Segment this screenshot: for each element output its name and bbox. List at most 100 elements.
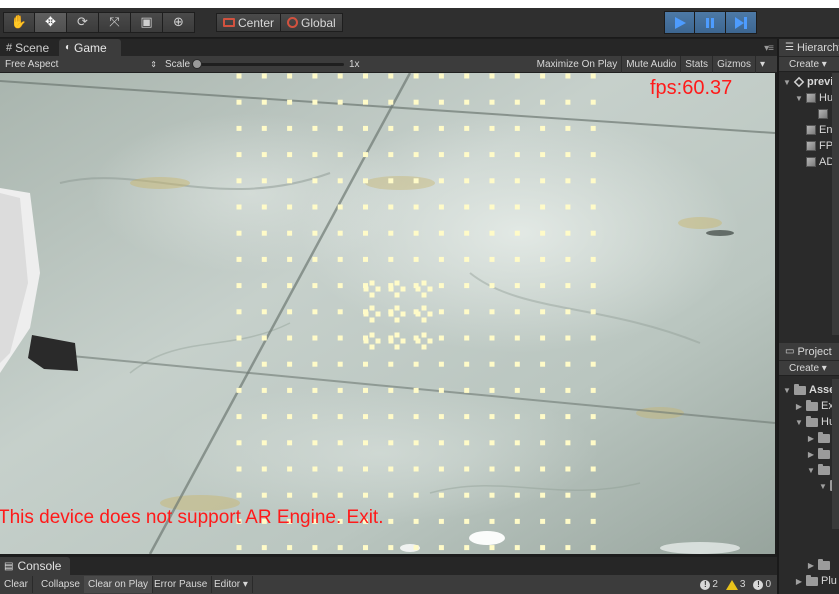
tracking-dot	[413, 466, 419, 472]
tab-project[interactable]: ▭ Project	[779, 343, 839, 360]
tracking-dot	[464, 99, 470, 105]
expanded-arrow-icon[interactable]: ▼	[795, 94, 803, 103]
expanded-arrow-icon[interactable]: ▼	[783, 386, 791, 395]
collapsed-arrow-icon[interactable]: ▶	[807, 434, 815, 443]
log-count-toggle[interactable]: ! 2	[700, 579, 718, 590]
expanded-arrow-icon[interactable]: ▼	[807, 466, 815, 475]
tab-game[interactable]: ◐ Game	[59, 39, 121, 56]
project-create-dropdown[interactable]: Create ▾	[779, 360, 839, 376]
project-tree-item[interactable]: ▶	[779, 430, 839, 446]
pause-button[interactable]	[695, 11, 726, 34]
pivot-center-button[interactable]: Center	[216, 13, 282, 32]
rect-tool-button[interactable]: ▣	[131, 12, 163, 33]
warning-count-toggle[interactable]: 3	[725, 579, 745, 590]
transform-tools: ✋ ✥ ⟳ ⤧ ▣ ⊕	[3, 12, 195, 33]
project-tree-item[interactable]: ▼	[779, 462, 839, 478]
tracking-dot	[287, 73, 293, 79]
hierarchy-tree-item[interactable]: FP	[779, 138, 839, 154]
tracking-dot	[421, 317, 427, 323]
game-viewport[interactable]: fps:60.37 This device does not support A…	[0, 73, 775, 554]
rotate-tool-button[interactable]: ⟳	[67, 12, 99, 33]
hierarchy-scrollbar[interactable]	[832, 73, 839, 335]
pivot-controls: Center Global	[216, 13, 343, 32]
collapsed-arrow-icon[interactable]: ▶	[807, 561, 815, 570]
console-error-pause-toggle[interactable]: Error Pause	[150, 576, 213, 593]
hand-tool-button[interactable]: ✋	[3, 12, 35, 33]
scale-tool-button[interactable]: ⤧	[99, 12, 131, 33]
expanded-arrow-icon[interactable]: ▼	[819, 482, 827, 491]
tracking-dot	[388, 230, 394, 236]
panel-menu-icon[interactable]: ▾≡	[764, 43, 774, 54]
tracking-dot	[540, 518, 546, 524]
tracking-dot	[565, 466, 571, 472]
tracking-dot	[438, 283, 444, 289]
hierarchy-create-dropdown[interactable]: Create ▾	[779, 56, 839, 72]
project-create-label: Create	[789, 362, 820, 374]
project-tree-item[interactable]: ▶ Plu	[779, 573, 839, 589]
tab-scene[interactable]: # Scene	[0, 39, 55, 56]
cube-icon	[806, 93, 816, 103]
project-tree-item[interactable]: ▶	[779, 557, 839, 573]
tracking-dot	[337, 204, 343, 210]
tab-hierarchy[interactable]: ☰Hierarchy	[779, 39, 839, 56]
maximize-on-play-toggle[interactable]: Maximize On Play	[533, 56, 622, 73]
tracking-dot	[363, 99, 368, 105]
tracking-dot	[287, 440, 293, 446]
scale-slider[interactable]	[196, 63, 344, 66]
tracking-dot	[514, 518, 520, 524]
list-icon: ☰	[785, 42, 794, 53]
project-tree-item[interactable]: ▼ Hu	[779, 414, 839, 430]
pivot-global-button[interactable]: Global	[281, 13, 343, 32]
collapsed-arrow-icon[interactable]: ▶	[807, 450, 815, 459]
tracking-dot	[464, 492, 470, 498]
scale-slider-knob[interactable]	[192, 59, 202, 69]
console-clear-button[interactable]: Clear	[0, 576, 33, 593]
project-tree-item[interactable]: ▶	[779, 446, 839, 462]
collapsed-arrow-icon[interactable]: ▶	[795, 402, 803, 411]
console-clear-on-play-toggle[interactable]: Clear on Play	[84, 576, 154, 593]
step-button[interactable]	[726, 11, 757, 34]
project-tree-item[interactable]: ▶ Ex	[779, 398, 839, 414]
hierarchy-tree-item[interactable]	[779, 106, 839, 122]
tracking-dot	[388, 99, 394, 105]
project-tree: ▼ Asse ▶ Ex ▼ Hu ▶ ▶ ▼ ▼	[779, 382, 839, 494]
tracking-dot	[388, 125, 394, 131]
tracking-dot	[540, 361, 546, 367]
stats-toggle[interactable]: Stats	[680, 56, 712, 73]
hierarchy-tree-item[interactable]: En	[779, 122, 839, 138]
expanded-arrow-icon[interactable]: ▼	[795, 418, 803, 427]
tracking-dot	[464, 466, 470, 472]
project-tree-item[interactable]: ▼ Asse	[779, 382, 839, 398]
tracking-dot	[540, 99, 546, 105]
tracking-dot	[312, 178, 318, 184]
gizmos-button[interactable]: Gizmos	[712, 56, 755, 73]
tracking-dot	[236, 492, 242, 498]
tracking-dot	[464, 545, 470, 551]
tracking-dot	[363, 545, 368, 551]
gizmos-dropdown-icon[interactable]: ▾	[754, 56, 769, 73]
tracking-dot	[464, 178, 470, 184]
tracking-dot	[590, 466, 596, 472]
hierarchy-tree-item[interactable]: AD	[779, 154, 839, 170]
tracking-dot	[413, 361, 419, 367]
hierarchy-tree-item[interactable]: ▼ Hu	[779, 90, 839, 106]
play-button[interactable]	[664, 11, 695, 34]
mute-audio-toggle[interactable]: Mute Audio	[621, 56, 680, 73]
console-editor-dropdown[interactable]: Editor ▾	[210, 576, 253, 593]
console-icon: ▤	[4, 560, 14, 572]
tracking-dot	[388, 152, 394, 158]
main-toolbar: ✋ ✥ ⟳ ⤧ ▣ ⊕ Center Global	[0, 8, 839, 38]
expanded-arrow-icon[interactable]: ▼	[783, 78, 791, 87]
console-collapse-toggle[interactable]: Collapse	[37, 576, 85, 593]
move-tool-button[interactable]: ✥	[35, 12, 67, 33]
tab-console[interactable]: ▤ Console	[0, 557, 70, 575]
tracking-dot	[438, 361, 444, 367]
transform-tool-button[interactable]: ⊕	[163, 12, 195, 33]
aspect-dropdown[interactable]: Free Aspect ⇕	[5, 56, 157, 73]
tab-scene-label: Scene	[15, 40, 50, 55]
hierarchy-tree-item[interactable]: ▼ previ	[779, 74, 839, 90]
project-scrollbar[interactable]	[832, 379, 839, 529]
project-tree-item[interactable]: ▼	[779, 478, 839, 494]
error-count-toggle[interactable]: ! 0	[753, 579, 771, 590]
collapsed-arrow-icon[interactable]: ▶	[795, 577, 803, 586]
